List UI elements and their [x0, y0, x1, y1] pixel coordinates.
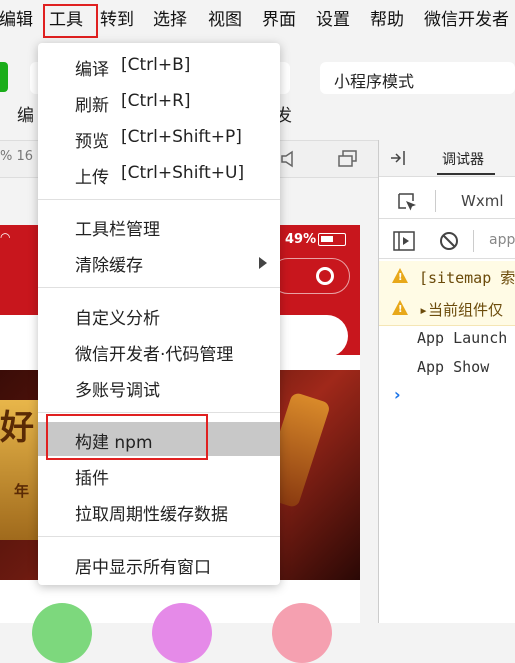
menu-item-toolbar-manage[interactable]: 工具栏管理 — [38, 209, 280, 243]
menu-item-preview[interactable]: 预览 [Ctrl+Shift+P] — [38, 121, 280, 155]
menu-item-label: 清除缓存 — [75, 256, 143, 276]
menu-separator — [38, 412, 280, 413]
menu-item-shortcut: [Ctrl+Shift+P] — [121, 127, 242, 147]
log-message: App Show — [417, 358, 490, 376]
miniprogram-capsule[interactable] — [270, 258, 350, 294]
menu-item-upload[interactable]: 上传 [Ctrl+Shift+U] — [38, 157, 280, 191]
menu-separator — [38, 536, 280, 537]
menu-item-multi-account-debug[interactable]: 多账号调试 — [38, 370, 280, 404]
console-prompt-icon[interactable]: › — [394, 385, 401, 404]
devtools-tabs: 调试器 — [379, 140, 515, 177]
console-warning-row[interactable]: ! ▸当前组件仅 — [379, 293, 515, 326]
divider — [435, 190, 436, 212]
active-tab-underline — [437, 173, 495, 175]
devtools-panel-tabs: Wxml — [379, 184, 515, 219]
tools-dropdown-menu: 编译 [Ctrl+B] 刷新 [Ctrl+R] 预览 [Ctrl+Shift+P… — [38, 43, 280, 585]
build-npm-highlight-box — [46, 414, 208, 460]
mode-select-value: 小程序模式 — [334, 72, 415, 91]
menu-item-center-windows[interactable]: 居中显示所有窗口 — [38, 547, 280, 581]
battery-icon — [318, 233, 346, 246]
menu-item-label: 上传 — [75, 168, 109, 188]
console-toolbar: app — [379, 224, 515, 259]
banner-subtitle: 年 — [14, 482, 30, 500]
wifi-icon: ◠ — [0, 230, 11, 244]
menu-goto[interactable]: 转到 — [100, 9, 134, 31]
category-icon-purple[interactable] — [152, 603, 212, 663]
dock-side-icon[interactable] — [390, 149, 412, 167]
menu-item-label: 多账号调试 — [75, 381, 160, 401]
toolbar-label-left: 编 — [17, 106, 34, 126]
menu-item-plugins[interactable]: 插件 — [38, 458, 280, 492]
menu-item-label: 刷新 — [75, 96, 109, 116]
menu-item-fetch-periodic-cache[interactable]: 拉取周期性缓存数据 — [38, 494, 280, 528]
tab-debugger[interactable]: 调试器 — [442, 149, 484, 169]
zoom-level[interactable]: % 16 — [0, 149, 33, 164]
category-icon-pink[interactable] — [272, 603, 332, 663]
menu-item-label: 居中显示所有窗口 — [75, 558, 211, 578]
clear-console-icon[interactable] — [439, 231, 459, 251]
submenu-arrow-icon — [259, 257, 267, 269]
menu-item-shortcut: [Ctrl+B] — [121, 55, 191, 75]
menu-edit[interactable]: 编辑 — [0, 9, 33, 31]
close-circle-icon[interactable] — [316, 267, 334, 285]
devtools-panel: 调试器 Wxml app ! [sitemap 索 ! ▸当前组件仅 App L… — [378, 140, 515, 623]
battery-level: 49% — [285, 232, 317, 247]
menu-separator — [38, 199, 280, 200]
mode-select[interactable]: 小程序模式 — [320, 62, 515, 94]
sidebar-toggle-icon[interactable] — [393, 231, 415, 251]
menu-item-shortcut: [Ctrl+Shift+U] — [121, 163, 245, 183]
window-icon[interactable] — [337, 149, 359, 169]
menu-separator — [38, 287, 280, 288]
console-warning-row[interactable]: ! [sitemap 索 — [379, 261, 515, 294]
category-icon-green[interactable] — [32, 603, 92, 663]
menu-item-label: 自定义分析 — [75, 309, 160, 329]
log-message: App Launch — [417, 329, 508, 347]
menu-select[interactable]: 选择 — [153, 9, 187, 31]
menu-settings[interactable]: 设置 — [316, 9, 350, 31]
banner-title: 好 — [0, 408, 34, 448]
menu-item-label: 插件 — [75, 469, 109, 489]
menu-item-compile[interactable]: 编译 [Ctrl+B] — [38, 49, 280, 83]
menu-item-custom-analysis[interactable]: 自定义分析 — [38, 298, 280, 332]
compile-mode-indicator[interactable] — [0, 62, 8, 92]
log-message: [sitemap 索 — [419, 269, 515, 287]
inspect-element-icon[interactable] — [396, 191, 418, 213]
menu-item-label: 微信开发者·代码管理 — [75, 345, 234, 365]
divider — [473, 230, 474, 252]
menu-help[interactable]: 帮助 — [370, 9, 404, 31]
menu-item-code-management[interactable]: 微信开发者·代码管理 — [38, 334, 280, 368]
tab-wxml[interactable]: Wxml — [461, 192, 504, 210]
menu-item-refresh[interactable]: 刷新 [Ctrl+R] — [38, 85, 280, 119]
menu-item-label: 拉取周期性缓存数据 — [75, 505, 228, 525]
menu-item-label: 工具栏管理 — [75, 220, 160, 240]
tools-menu-highlight-box — [43, 4, 98, 38]
menu-bar: 编辑 工具 转到 选择 视图 界面 设置 帮助 微信开发者 — [0, 0, 515, 40]
menu-wechat-devtools[interactable]: 微信开发者 — [424, 9, 509, 31]
volume-icon[interactable] — [280, 150, 298, 168]
context-select[interactable]: app — [489, 232, 515, 248]
menu-item-shortcut: [Ctrl+R] — [121, 91, 191, 111]
menu-view[interactable]: 视图 — [208, 9, 242, 31]
menu-item-clear-cache[interactable]: 清除缓存 — [38, 245, 280, 279]
log-message: ▸当前组件仅 — [419, 301, 504, 319]
menu-item-label: 编译 — [75, 60, 109, 80]
menu-item-label: 预览 — [75, 132, 109, 152]
menu-interface[interactable]: 界面 — [262, 9, 296, 31]
